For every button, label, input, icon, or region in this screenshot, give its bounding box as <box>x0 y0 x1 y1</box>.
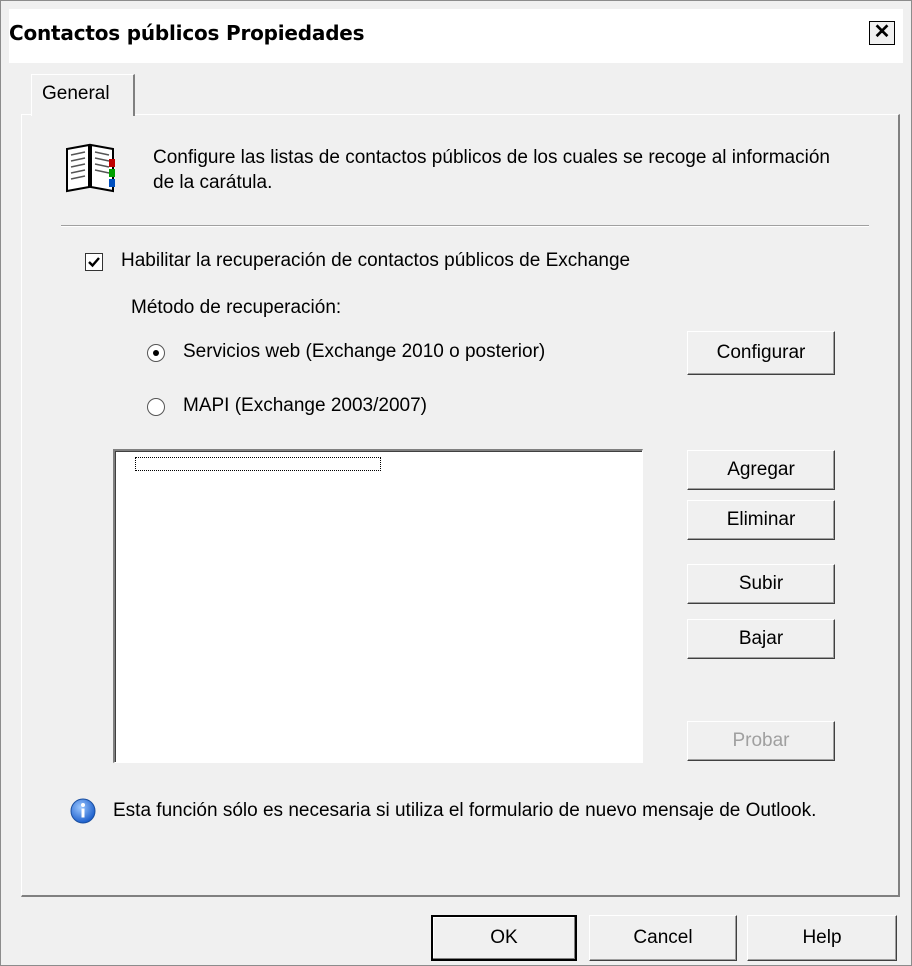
properties-dialog: Contactos públicos Propiedades ✕ General… <box>0 0 912 966</box>
probar-button[interactable]: Probar <box>687 721 835 761</box>
separator <box>61 225 869 227</box>
close-icon: ✕ <box>873 21 891 43</box>
enable-checkbox-label[interactable]: Habilitar la recuperación de contactos p… <box>121 250 630 272</box>
book-icon <box>66 143 115 193</box>
radio-mapi[interactable] <box>147 398 165 416</box>
checkmark-icon <box>88 257 100 268</box>
radio-web-services[interactable] <box>147 344 165 362</box>
eliminar-button[interactable]: Eliminar <box>687 500 835 540</box>
intro-text: Configure las listas de contactos públic… <box>153 147 830 193</box>
radio-selected-dot <box>153 350 159 356</box>
ok-button[interactable]: OK <box>431 915 577 961</box>
subir-button[interactable]: Subir <box>687 564 835 604</box>
tab-general[interactable]: General <box>31 74 135 116</box>
contacts-list[interactable] <box>113 449 643 763</box>
bajar-button[interactable]: Bajar <box>687 619 835 659</box>
close-button[interactable]: ✕ <box>869 21 895 45</box>
enable-checkbox[interactable] <box>85 253 103 271</box>
dialog-title: Contactos públicos Propiedades <box>9 21 365 45</box>
list-focus-rect <box>135 457 381 471</box>
info-text: Esta función sólo es necesaria si utiliz… <box>113 800 817 821</box>
agregar-button[interactable]: Agregar <box>687 450 835 490</box>
info-icon <box>70 798 96 824</box>
configurar-button[interactable]: Configurar <box>687 331 835 375</box>
help-button[interactable]: Help <box>747 915 897 961</box>
cancel-button[interactable]: Cancel <box>589 915 737 961</box>
radio-web-services-label[interactable]: Servicios web (Exchange 2010 o posterior… <box>183 341 545 363</box>
radio-mapi-label[interactable]: MAPI (Exchange 2003/2007) <box>183 395 427 417</box>
method-label: Método de recuperación: <box>131 297 342 318</box>
tab-label: General <box>42 83 110 104</box>
